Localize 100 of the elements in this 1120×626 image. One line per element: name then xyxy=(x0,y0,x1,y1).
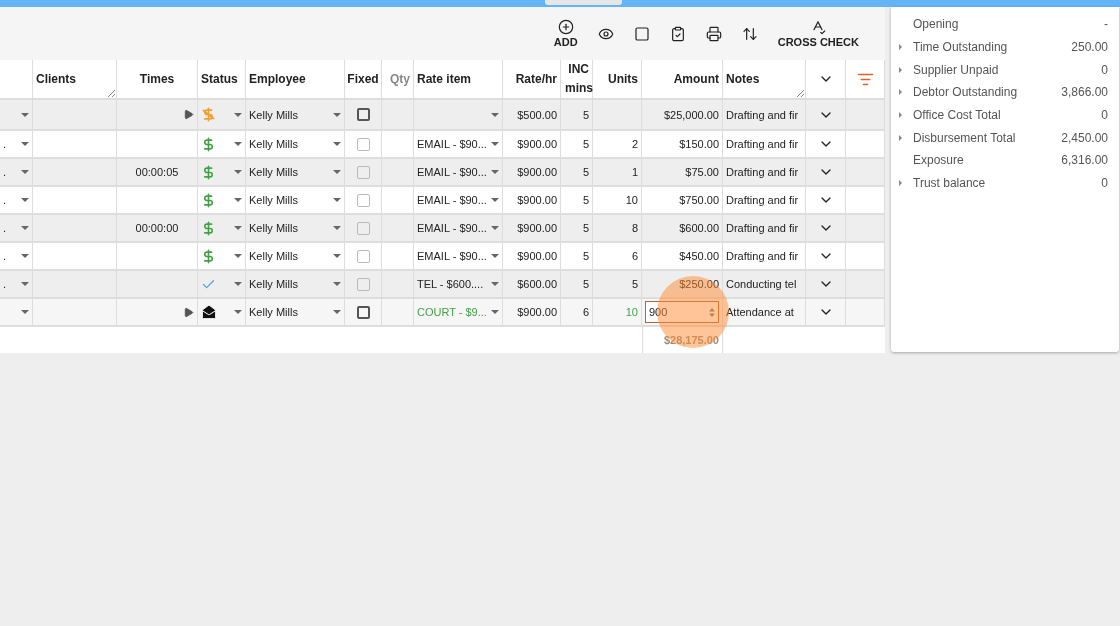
table-cell: . xyxy=(3,278,7,290)
table-cell: $750.00 xyxy=(679,194,719,206)
table-cell: Drafting and fir xyxy=(726,222,799,234)
dropdown-caret-icon[interactable] xyxy=(21,310,29,314)
sort-icon xyxy=(741,25,758,42)
dropdown-caret-icon[interactable] xyxy=(333,254,341,258)
dropdown-caret-icon[interactable] xyxy=(333,112,341,117)
dropdown-caret-icon[interactable] xyxy=(21,170,29,174)
dropdown-caret-icon[interactable] xyxy=(234,112,242,117)
dropdown-caret-icon[interactable] xyxy=(491,254,499,258)
summary-value: 0 xyxy=(1101,62,1108,77)
table-cell: COURT - $9... xyxy=(417,306,487,318)
table-cell: EMAIL - $90... xyxy=(417,222,487,234)
dropdown-caret-icon[interactable] xyxy=(333,226,341,230)
table-cell: Drafting and fir xyxy=(726,108,799,121)
dropdown-caret-icon[interactable] xyxy=(234,198,242,202)
dropdown-caret-icon[interactable] xyxy=(491,226,499,230)
table-cell: . xyxy=(3,166,7,178)
dropdown-caret-icon[interactable] xyxy=(234,282,242,286)
dropdown-caret-icon[interactable] xyxy=(234,170,242,174)
table-cell: $500.00 xyxy=(517,108,557,121)
dropdown-caret-icon[interactable] xyxy=(234,310,242,314)
dropdown-caret-icon[interactable] xyxy=(234,226,242,230)
dropdown-caret-icon[interactable] xyxy=(21,226,29,230)
dropdown-caret-icon[interactable] xyxy=(21,282,29,286)
expand-arrow-icon[interactable] xyxy=(899,44,902,51)
dropdown-caret-icon[interactable] xyxy=(491,310,499,314)
summary-value: 6,316.00 xyxy=(1061,153,1108,168)
expand-arrow-icon[interactable] xyxy=(899,66,902,73)
table-cell: $150.00 xyxy=(679,138,719,150)
dropdown-caret-icon[interactable] xyxy=(333,310,341,314)
table-cell: 6 xyxy=(582,306,589,318)
table-cell: $600.00 xyxy=(517,278,557,290)
dropdown-caret-icon[interactable] xyxy=(333,282,341,286)
dropdown-caret-icon[interactable] xyxy=(491,142,499,146)
summary-label: Opening xyxy=(913,17,960,32)
summary-label: Supplier Unpaid xyxy=(913,62,1000,77)
table-cell: 5 xyxy=(582,138,589,150)
resize-grip-icon[interactable] xyxy=(108,90,115,97)
table-cell: 10 xyxy=(593,299,642,327)
checkbox[interactable] xyxy=(356,108,370,121)
table-cell: $900.00 xyxy=(517,166,557,178)
summary-label: Trust balance xyxy=(913,176,987,191)
table-cell: Drafting and fir xyxy=(726,194,799,206)
summary-value: - xyxy=(1104,17,1108,32)
dropdown-caret-icon[interactable] xyxy=(491,198,499,202)
expand-arrow-icon[interactable] xyxy=(899,112,902,119)
dropdown-caret-icon[interactable] xyxy=(491,170,499,174)
square-icon xyxy=(633,25,650,42)
table-cell: $900.00 xyxy=(517,306,557,318)
table-cell: Kelly Mills xyxy=(249,278,298,290)
dropdown-caret-icon[interactable] xyxy=(21,198,29,202)
dropdown-caret-icon[interactable] xyxy=(234,142,242,146)
table-cell: 1 xyxy=(593,159,642,187)
summary-label: Office Cost Total xyxy=(913,108,1002,123)
checkbox[interactable] xyxy=(356,305,370,319)
table-cell: . xyxy=(3,194,7,206)
printer-icon xyxy=(705,25,722,42)
table-cell: 5 xyxy=(582,222,589,234)
expand-arrow-icon[interactable] xyxy=(899,134,902,141)
dropdown-caret-icon[interactable] xyxy=(491,112,499,117)
table-cell: $900.00 xyxy=(517,250,557,262)
table-cell: . xyxy=(3,138,7,150)
table-cell: Kelly Mills xyxy=(249,138,298,150)
table-cell: $900.00 xyxy=(517,222,557,234)
table-cell: 10 xyxy=(593,187,642,215)
play-icon[interactable] xyxy=(183,306,194,318)
table-cell: $450.00 xyxy=(679,250,719,262)
table-cell: 5 xyxy=(593,271,642,299)
table-cell: 5 xyxy=(582,166,589,178)
dropdown-caret-icon[interactable] xyxy=(333,170,341,174)
table-cell: $75.00 xyxy=(685,166,719,178)
table-cell: 00:00:00 xyxy=(135,222,179,234)
table-cell: TEL - $600.... xyxy=(417,278,484,290)
dropdown-caret-icon[interactable] xyxy=(21,254,29,258)
table-cell: 5 xyxy=(582,194,589,206)
table-cell: 5 xyxy=(582,250,589,262)
dropdown-caret-icon[interactable] xyxy=(234,254,242,258)
table-cell: Kelly Mills xyxy=(249,306,298,318)
dropdown-caret-icon[interactable] xyxy=(491,282,499,286)
toolbar-button[interactable]: ADD xyxy=(547,17,584,50)
expand-arrow-icon[interactable] xyxy=(899,180,902,187)
dropdown-caret-icon[interactable] xyxy=(333,142,341,146)
play-icon[interactable] xyxy=(183,109,194,120)
table-cell: $25,000.00 xyxy=(663,108,719,121)
table-cell: . xyxy=(3,250,7,262)
summary-value: 0 xyxy=(1101,176,1108,191)
summary-label: Exposure xyxy=(913,153,965,168)
table-cell: Drafting and fir xyxy=(726,166,799,178)
dropdown-caret-icon[interactable] xyxy=(333,198,341,202)
table-cell: Kelly Mills xyxy=(249,194,298,206)
dropdown-caret-icon[interactable] xyxy=(21,112,29,117)
expand-arrow-icon[interactable] xyxy=(899,89,902,96)
add-icon xyxy=(557,19,574,35)
dropdown-caret-icon[interactable] xyxy=(21,142,29,146)
toolbar-button[interactable]: CROSS CHECK xyxy=(771,17,865,50)
resize-grip-icon[interactable] xyxy=(797,90,804,97)
spell-check-icon xyxy=(810,19,827,35)
table-cell: Conducting tel xyxy=(726,278,797,290)
summary-value: 0 xyxy=(1101,108,1108,123)
